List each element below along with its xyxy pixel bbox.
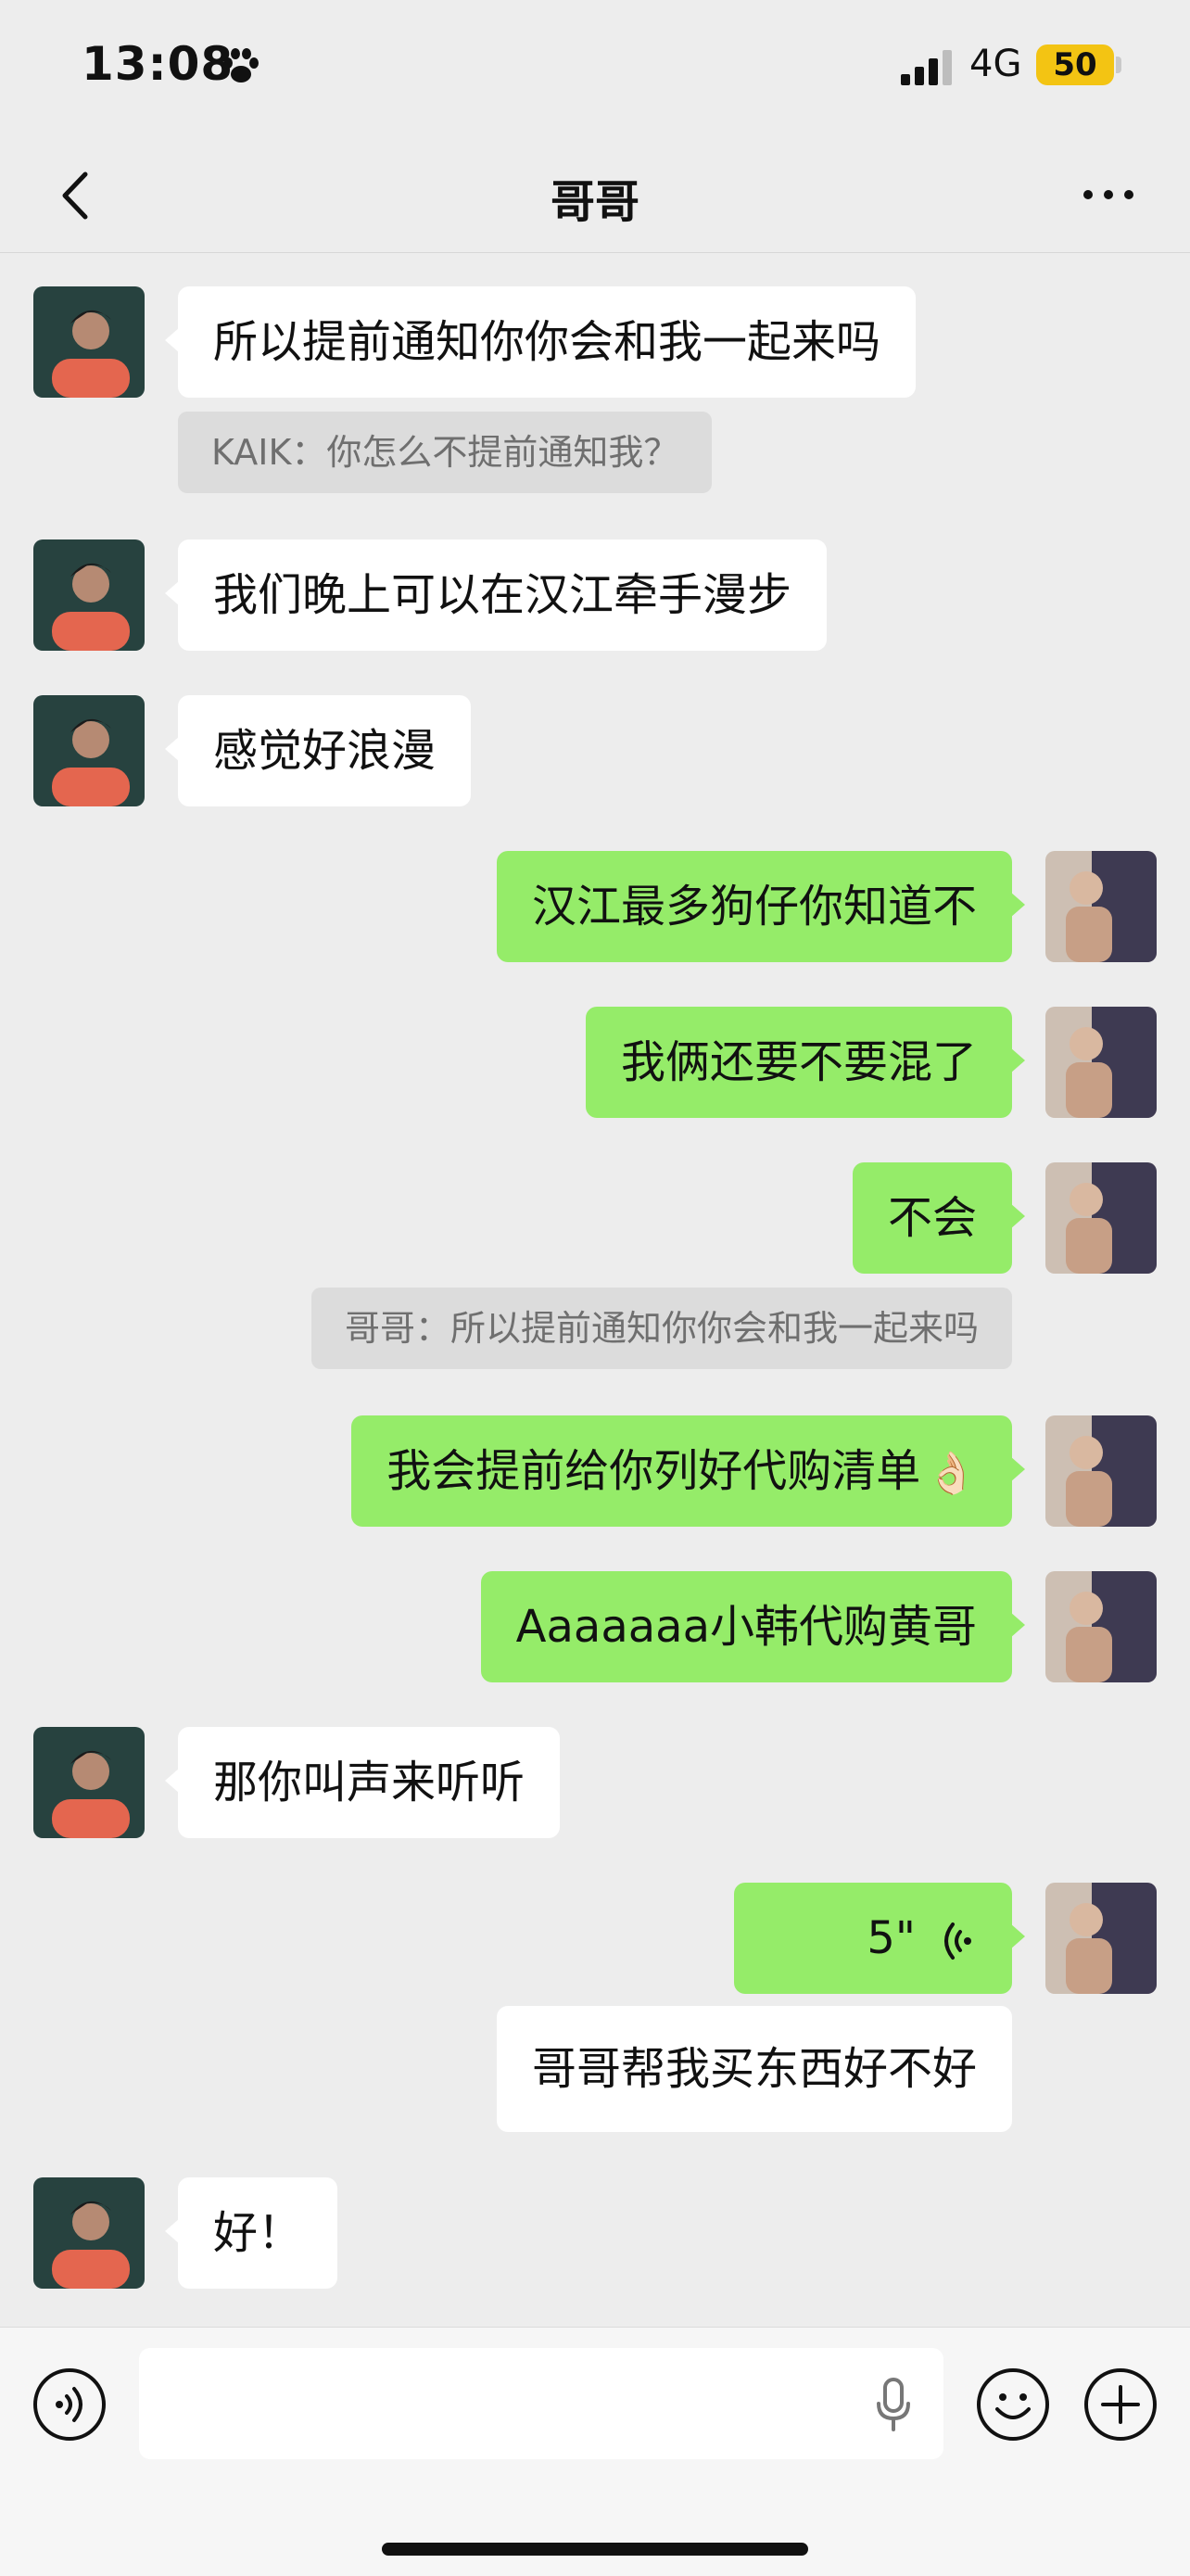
voice-icon[interactable] [32,2367,108,2443]
incoming-message[interactable]: 所以提前通知你你会和我一起来吗 [164,286,917,398]
chat-messages[interactable]: 所以提前通知你你会和我一起来吗 KAIK：你怎么不提前通知我？ 我们晚上可以在汉… [0,253,1190,2320]
voice-duration: 5" [867,1912,916,1964]
paw-icon [223,48,259,82]
emoji-icon[interactable] [975,2367,1051,2443]
quoted-reply[interactable]: KAIK：你怎么不提前通知我？ [178,412,713,493]
contact-avatar[interactable] [33,539,145,651]
network-label: 4G [969,43,1022,85]
voice-wave-icon [944,1922,971,1960]
quoted-reply[interactable]: 哥哥：所以提前通知你你会和我一起来吗 [310,1288,1012,1369]
message-input[interactable] [139,2348,943,2459]
nav-bar: 哥哥 [0,139,1190,253]
plus-icon[interactable] [1082,2367,1158,2443]
status-time: 13:08 [82,37,234,91]
contact-avatar[interactable] [33,695,145,806]
ok-hand-emoji: 👌🏻 [926,1450,977,1497]
transcribed-text[interactable]: 哥哥帮我买东西好不好 [496,2006,1012,2132]
my-avatar[interactable] [1045,851,1157,962]
contact-avatar[interactable] [33,2177,145,2289]
my-avatar[interactable] [1045,1883,1157,1994]
input-bar [0,2327,1190,2576]
home-indicator [382,2543,808,2556]
outgoing-message[interactable]: Aaaaaaa小韩代购黄哥 [480,1571,1026,1682]
battery-cap [1116,57,1121,73]
mic-icon[interactable] [871,2376,916,2433]
contact-avatar[interactable] [33,286,145,398]
my-avatar[interactable] [1045,1415,1157,1527]
incoming-message[interactable]: 好！ [164,2177,338,2289]
incoming-message[interactable]: 感觉好浪漫 [164,695,472,806]
voice-message[interactable]: 5" [734,1883,1025,1994]
outgoing-message[interactable]: 我俩还要不要混了 [585,1007,1026,1118]
my-avatar[interactable] [1045,1007,1157,1118]
contact-avatar[interactable] [33,1727,145,1838]
message-text: 我会提前给你列好代购清单 [386,1445,921,1497]
incoming-message[interactable]: 我们晚上可以在汉江牵手漫步 [164,539,828,651]
my-avatar[interactable] [1045,1162,1157,1274]
outgoing-message[interactable]: 我会提前给你列好代购清单 👌🏻 [351,1415,1025,1527]
incoming-message[interactable]: 那你叫声来听听 [164,1727,561,1838]
more-dots-icon[interactable] [1081,176,1136,213]
outgoing-message[interactable]: 汉江最多狗仔你知道不 [496,851,1026,962]
outgoing-message[interactable]: 不会 [852,1162,1026,1274]
my-avatar[interactable] [1045,1571,1157,1682]
chat-title: 哥哥 [550,176,639,228]
battery-level: 50 [1036,44,1114,85]
status-bar: 13:08 4G 50 [0,0,1190,139]
signal-icon [901,50,952,85]
